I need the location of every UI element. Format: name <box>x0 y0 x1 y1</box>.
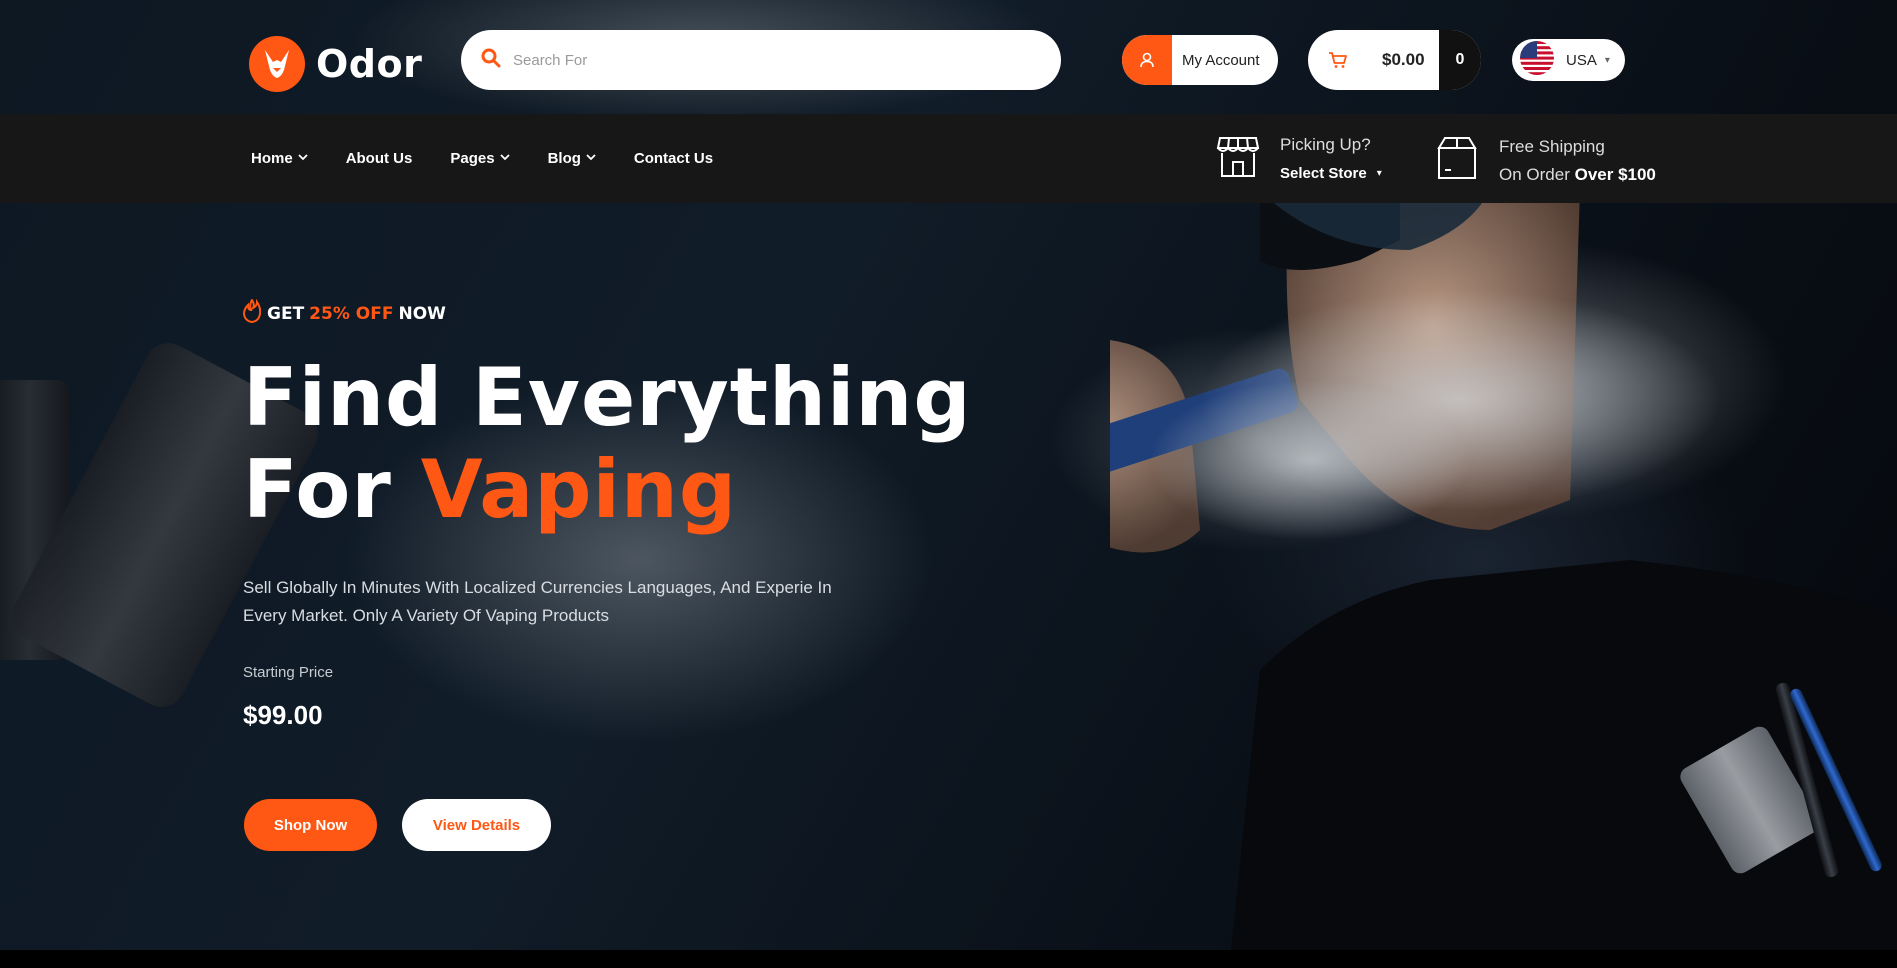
nav-item-label: Home <box>251 150 293 167</box>
search-bar <box>461 30 1061 90</box>
cart-button[interactable]: $0.00 0 <box>1308 30 1481 90</box>
main-menu: Home About Us Pages Blog Contact Us <box>251 150 751 167</box>
storefront-icon <box>1216 134 1260 183</box>
my-account-label: My Account <box>1182 51 1260 69</box>
chevron-down-icon: ▾ <box>1376 168 1382 179</box>
hero-title: Find Everything For Vaping <box>243 352 972 536</box>
top-header: Odor My Account $0.00 0 <box>0 0 1897 114</box>
view-details-button[interactable]: View Details <box>402 799 551 851</box>
nav-item-home[interactable]: Home <box>251 150 308 167</box>
fire-icon <box>242 298 262 328</box>
hero-title-line2: For <box>243 443 392 536</box>
nav-item-blog[interactable]: Blog <box>548 150 596 167</box>
store-picker[interactable]: Picking Up? Select Store ▾ <box>1216 134 1382 183</box>
brand-logo[interactable]: Odor <box>249 36 422 92</box>
chevron-down-icon <box>586 153 596 164</box>
free-shipping-prefix: On Order <box>1499 164 1570 184</box>
promo-suffix: NOW <box>398 303 446 324</box>
promo-discount: 25% OFF <box>309 303 394 324</box>
cart-total: $0.00 <box>1382 50 1425 69</box>
starting-price: $99.00 <box>243 700 323 730</box>
fox-logo-icon <box>249 36 305 92</box>
select-store-label: Select Store <box>1280 165 1367 182</box>
select-store-dropdown[interactable]: Select Store ▾ <box>1280 165 1382 182</box>
nav-item-label: About Us <box>345 150 413 167</box>
user-icon <box>1122 35 1172 85</box>
chevron-down-icon <box>298 153 308 164</box>
main-nav-bar: Home About Us Pages Blog Contact Us Pick… <box>0 114 1897 203</box>
search-icon[interactable] <box>481 48 501 73</box>
promo-prefix: GET <box>267 303 305 324</box>
page: Odor My Account $0.00 0 <box>0 0 1897 968</box>
box-icon <box>1435 136 1479 185</box>
my-account-button[interactable]: My Account <box>1122 35 1278 85</box>
free-shipping-title: Free Shipping <box>1499 136 1605 156</box>
nav-item-about-us[interactable]: About Us <box>346 150 413 167</box>
chevron-down-icon: ▾ <box>1604 54 1610 66</box>
search-input[interactable] <box>513 51 1033 69</box>
nav-item-pages[interactable]: Pages <box>450 150 510 167</box>
nav-item-label: Blog <box>547 150 581 167</box>
free-shipping-threshold: Over $100 <box>1574 164 1656 184</box>
brand-name: Odor <box>316 42 423 86</box>
section-divider <box>0 950 1897 968</box>
hero-description: Sell Globally In Minutes With Localized … <box>243 578 832 625</box>
promo-tagline: GET 25% OFF NOW <box>242 298 446 328</box>
store-picker-title: Picking Up? <box>1280 135 1371 154</box>
nav-item-contact-us[interactable]: Contact Us <box>634 150 713 167</box>
nav-item-label: Pages <box>450 150 495 167</box>
nav-item-label: Contact Us <box>633 150 714 167</box>
free-shipping-info: Free Shipping On Order Over $100 <box>1435 136 1656 185</box>
hero-title-accent: Vaping <box>420 443 738 536</box>
currency-label: USA <box>1566 51 1597 69</box>
currency-selector[interactable]: USA ▾ <box>1512 39 1625 81</box>
chevron-down-icon <box>499 153 510 164</box>
starting-price-label: Starting Price <box>243 664 334 681</box>
shop-now-button[interactable]: Shop Now <box>244 799 377 851</box>
free-shipping-detail: On Order Over $100 <box>1499 165 1656 185</box>
hero-title-line1: Find Everything <box>243 351 972 444</box>
cart-icon <box>1314 51 1362 69</box>
us-flag-icon <box>1520 40 1554 80</box>
cart-count-badge: 0 <box>1439 30 1481 90</box>
